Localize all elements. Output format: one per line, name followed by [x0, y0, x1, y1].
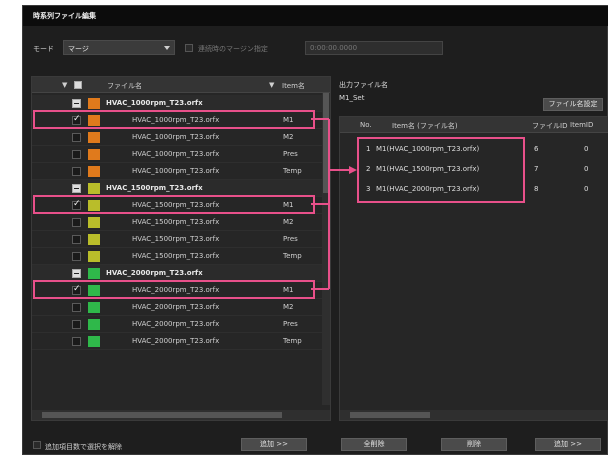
time-series-file-edit-window: 時系列ファイル編集 モード マージ 連続時のマージン指定 0:00:00.000…	[22, 5, 608, 455]
output-rows-highlight	[357, 137, 525, 203]
selected-item-highlight	[33, 195, 315, 214]
arrow-right-icon	[349, 166, 357, 174]
selected-item-highlight	[33, 110, 315, 129]
mapping-connectors	[311, 118, 357, 290]
selected-item-highlight	[33, 280, 315, 299]
